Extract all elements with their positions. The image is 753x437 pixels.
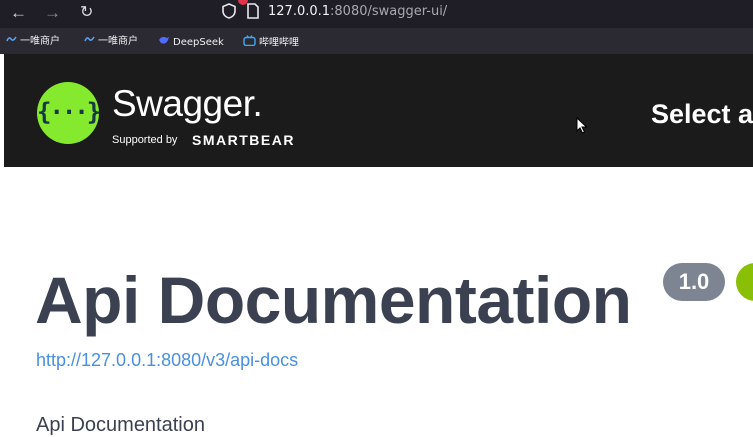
forward-arrow-icon[interactable]: → [44, 2, 61, 24]
deepseek-icon [158, 35, 170, 49]
page-title: Api Documentation [35, 263, 632, 337]
version-badge: 1.0 [663, 263, 725, 301]
logo-glyph: {···} [37, 98, 101, 126]
url-path: :8080/swagger-ui/ [330, 4, 448, 19]
link-icon [6, 35, 17, 47]
bookmark-label: DeepSeek [173, 37, 224, 48]
select-definition-label: Select a [651, 99, 753, 129]
swagger-topbar: {···} Swagger. Supported by SMARTBEAR Se… [4, 54, 753, 167]
oas-version-badge [736, 263, 753, 301]
reload-icon[interactable]: ↻ [80, 2, 93, 24]
url-host: 127.0.0.1 [268, 4, 331, 19]
bookmark-label: 一唯商户 [20, 36, 60, 47]
shield-icon[interactable] [222, 3, 236, 24]
browser-toolbar: ← → ↻ 127.0.0.1:8080/swagger-ui/ [0, 0, 753, 28]
bookmark-item[interactable]: 一唯商户 [84, 35, 138, 48]
bookmark-item[interactable]: 哔哩哔哩 [243, 35, 299, 50]
back-arrow-icon[interactable]: ← [10, 2, 27, 24]
swagger-logo-icon[interactable]: {···} [37, 82, 101, 144]
logo-smartbear: SMARTBEAR [192, 132, 295, 148]
address-bar[interactable]: 127.0.0.1:8080/swagger-ui/ [268, 4, 447, 20]
api-docs-link[interactable]: http://127.0.0.1:8080/v3/api-docs [36, 350, 298, 370]
bookmark-item[interactable]: 一唯商户 [6, 35, 60, 48]
bookmark-label: 哔哩哔哩 [259, 37, 299, 49]
logo-wordmark[interactable]: Swagger. [112, 82, 263, 126]
bookmark-label: 一唯商户 [98, 36, 138, 47]
bookmark-item[interactable]: DeepSeek [158, 35, 224, 49]
api-description: Api Documentation [36, 414, 205, 436]
bilibili-icon [243, 35, 256, 50]
logo-supported-by: Supported by [112, 134, 178, 146]
link-icon [84, 35, 95, 47]
page-info-icon[interactable] [246, 3, 260, 24]
bookmarks-bar: 一唯商户 一唯商户 DeepSeek 哔哩哔哩 [0, 28, 753, 54]
mouse-cursor-icon [576, 116, 588, 139]
